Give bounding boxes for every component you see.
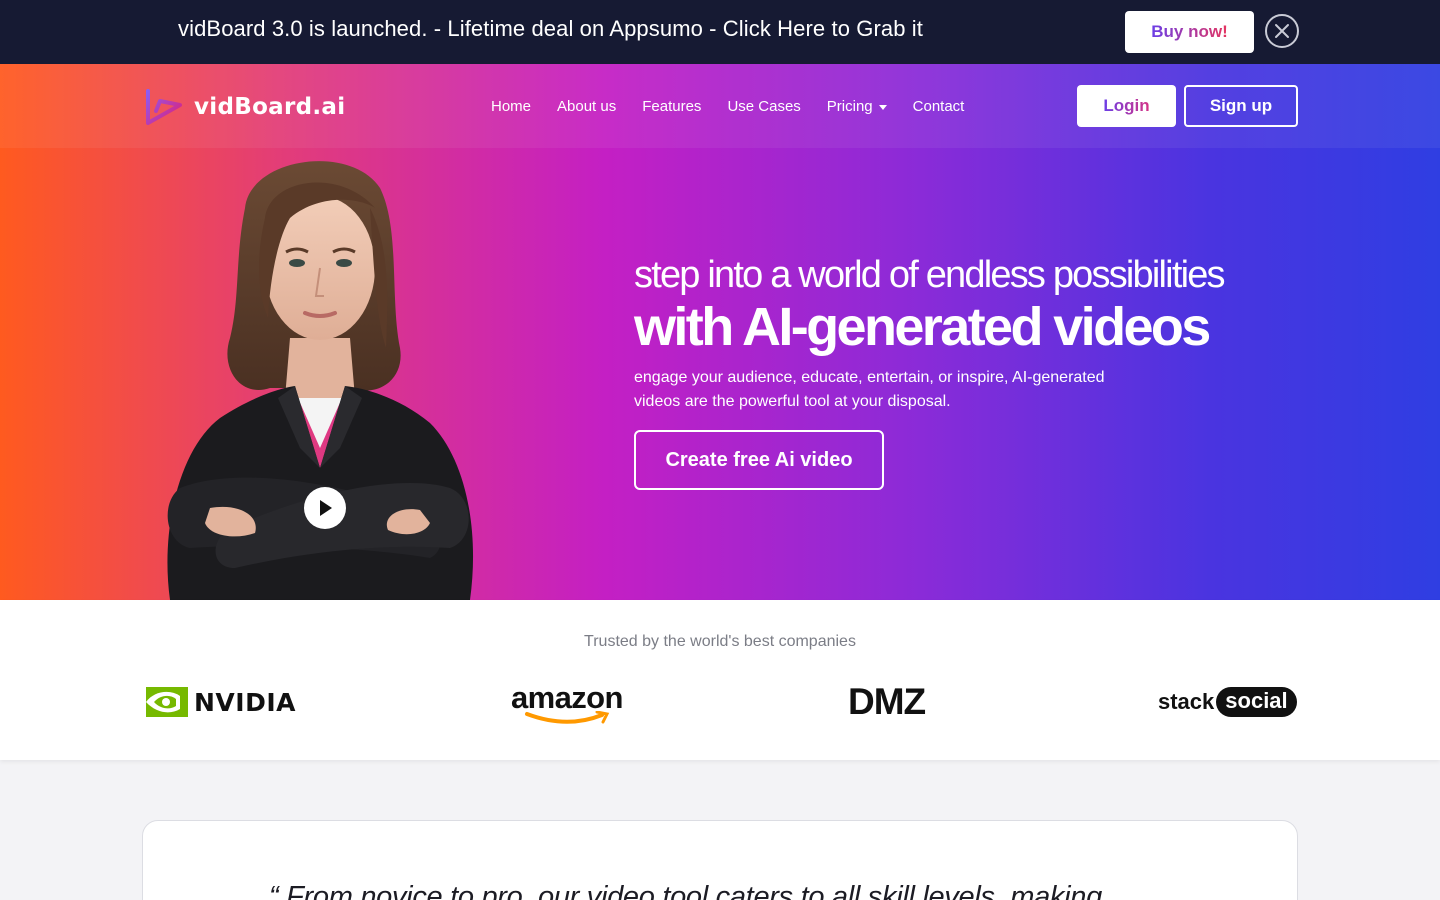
nav-pricing-label: Pricing bbox=[826, 98, 873, 115]
hero-description: engage your audience, educate, entertain… bbox=[634, 369, 1105, 410]
nav-use-cases[interactable]: Use Cases bbox=[727, 98, 800, 115]
amazon-smile-icon bbox=[524, 711, 610, 724]
close-icon bbox=[1275, 24, 1289, 38]
nvidia-wordmark: NVIDIA bbox=[194, 687, 296, 717]
logo-text: vidBoard.ai bbox=[194, 94, 346, 120]
login-button[interactable]: Login bbox=[1077, 85, 1176, 127]
play-icon bbox=[320, 500, 332, 516]
nvidia-eye-icon bbox=[146, 687, 188, 717]
hero-section: vidBoard.ai Home About us Features Use C… bbox=[0, 64, 1440, 600]
announcement-link[interactable]: vidBoard 3.0 is launched. - Lifetime dea… bbox=[178, 16, 923, 42]
stacksocial-wordmark-left: stack bbox=[1158, 689, 1215, 714]
announcement-bar: vidBoard 3.0 is launched. - Lifetime dea… bbox=[0, 0, 1440, 64]
close-announcement-button[interactable] bbox=[1265, 14, 1299, 48]
amazon-wordmark: amazon bbox=[511, 680, 623, 715]
amazon-logo: amazon bbox=[511, 682, 623, 726]
testimonial-quote: “ From novice to pro, our video tool cat… bbox=[269, 881, 1102, 900]
hero-headline: with AI-generated videos bbox=[634, 297, 1211, 357]
stacksocial-wordmark-right: social bbox=[1216, 687, 1297, 717]
buy-now-label: Buy now! bbox=[1151, 22, 1228, 41]
testimonial-card: “ From novice to pro, our video tool cat… bbox=[142, 820, 1298, 900]
login-label: Login bbox=[1103, 96, 1150, 115]
dmz-wordmark: DMZ bbox=[848, 681, 926, 722]
trusted-title: Trusted by the world's best companies bbox=[584, 633, 856, 650]
nav-contact[interactable]: Contact bbox=[913, 98, 965, 115]
nav-pricing[interactable]: Pricing bbox=[827, 98, 887, 115]
play-v-logo-icon bbox=[146, 89, 182, 125]
stacksocial-logo: stack social bbox=[1158, 680, 1297, 724]
create-free-video-button[interactable]: Create free Ai video bbox=[634, 430, 884, 490]
chevron-down-icon bbox=[878, 104, 887, 110]
signup-button[interactable]: Sign up bbox=[1184, 85, 1298, 127]
trusted-section: Trusted by the world's best companies NV… bbox=[0, 600, 1440, 760]
main-nav: Home About us Features Use Cases Pricing… bbox=[491, 98, 990, 115]
dmz-logo: DMZ bbox=[848, 680, 926, 724]
play-video-button[interactable] bbox=[304, 487, 346, 529]
hero-tagline: step into a world of endless possibiliti… bbox=[634, 254, 1226, 296]
nav-features[interactable]: Features bbox=[642, 98, 701, 115]
logo[interactable]: vidBoard.ai bbox=[144, 86, 345, 128]
nav-home[interactable]: Home bbox=[491, 98, 531, 115]
nav-about-us[interactable]: About us bbox=[557, 98, 616, 115]
nvidia-logo: NVIDIA bbox=[146, 680, 296, 724]
buy-now-button[interactable]: Buy now! bbox=[1125, 11, 1254, 53]
presenter-avatar-image bbox=[167, 161, 474, 600]
